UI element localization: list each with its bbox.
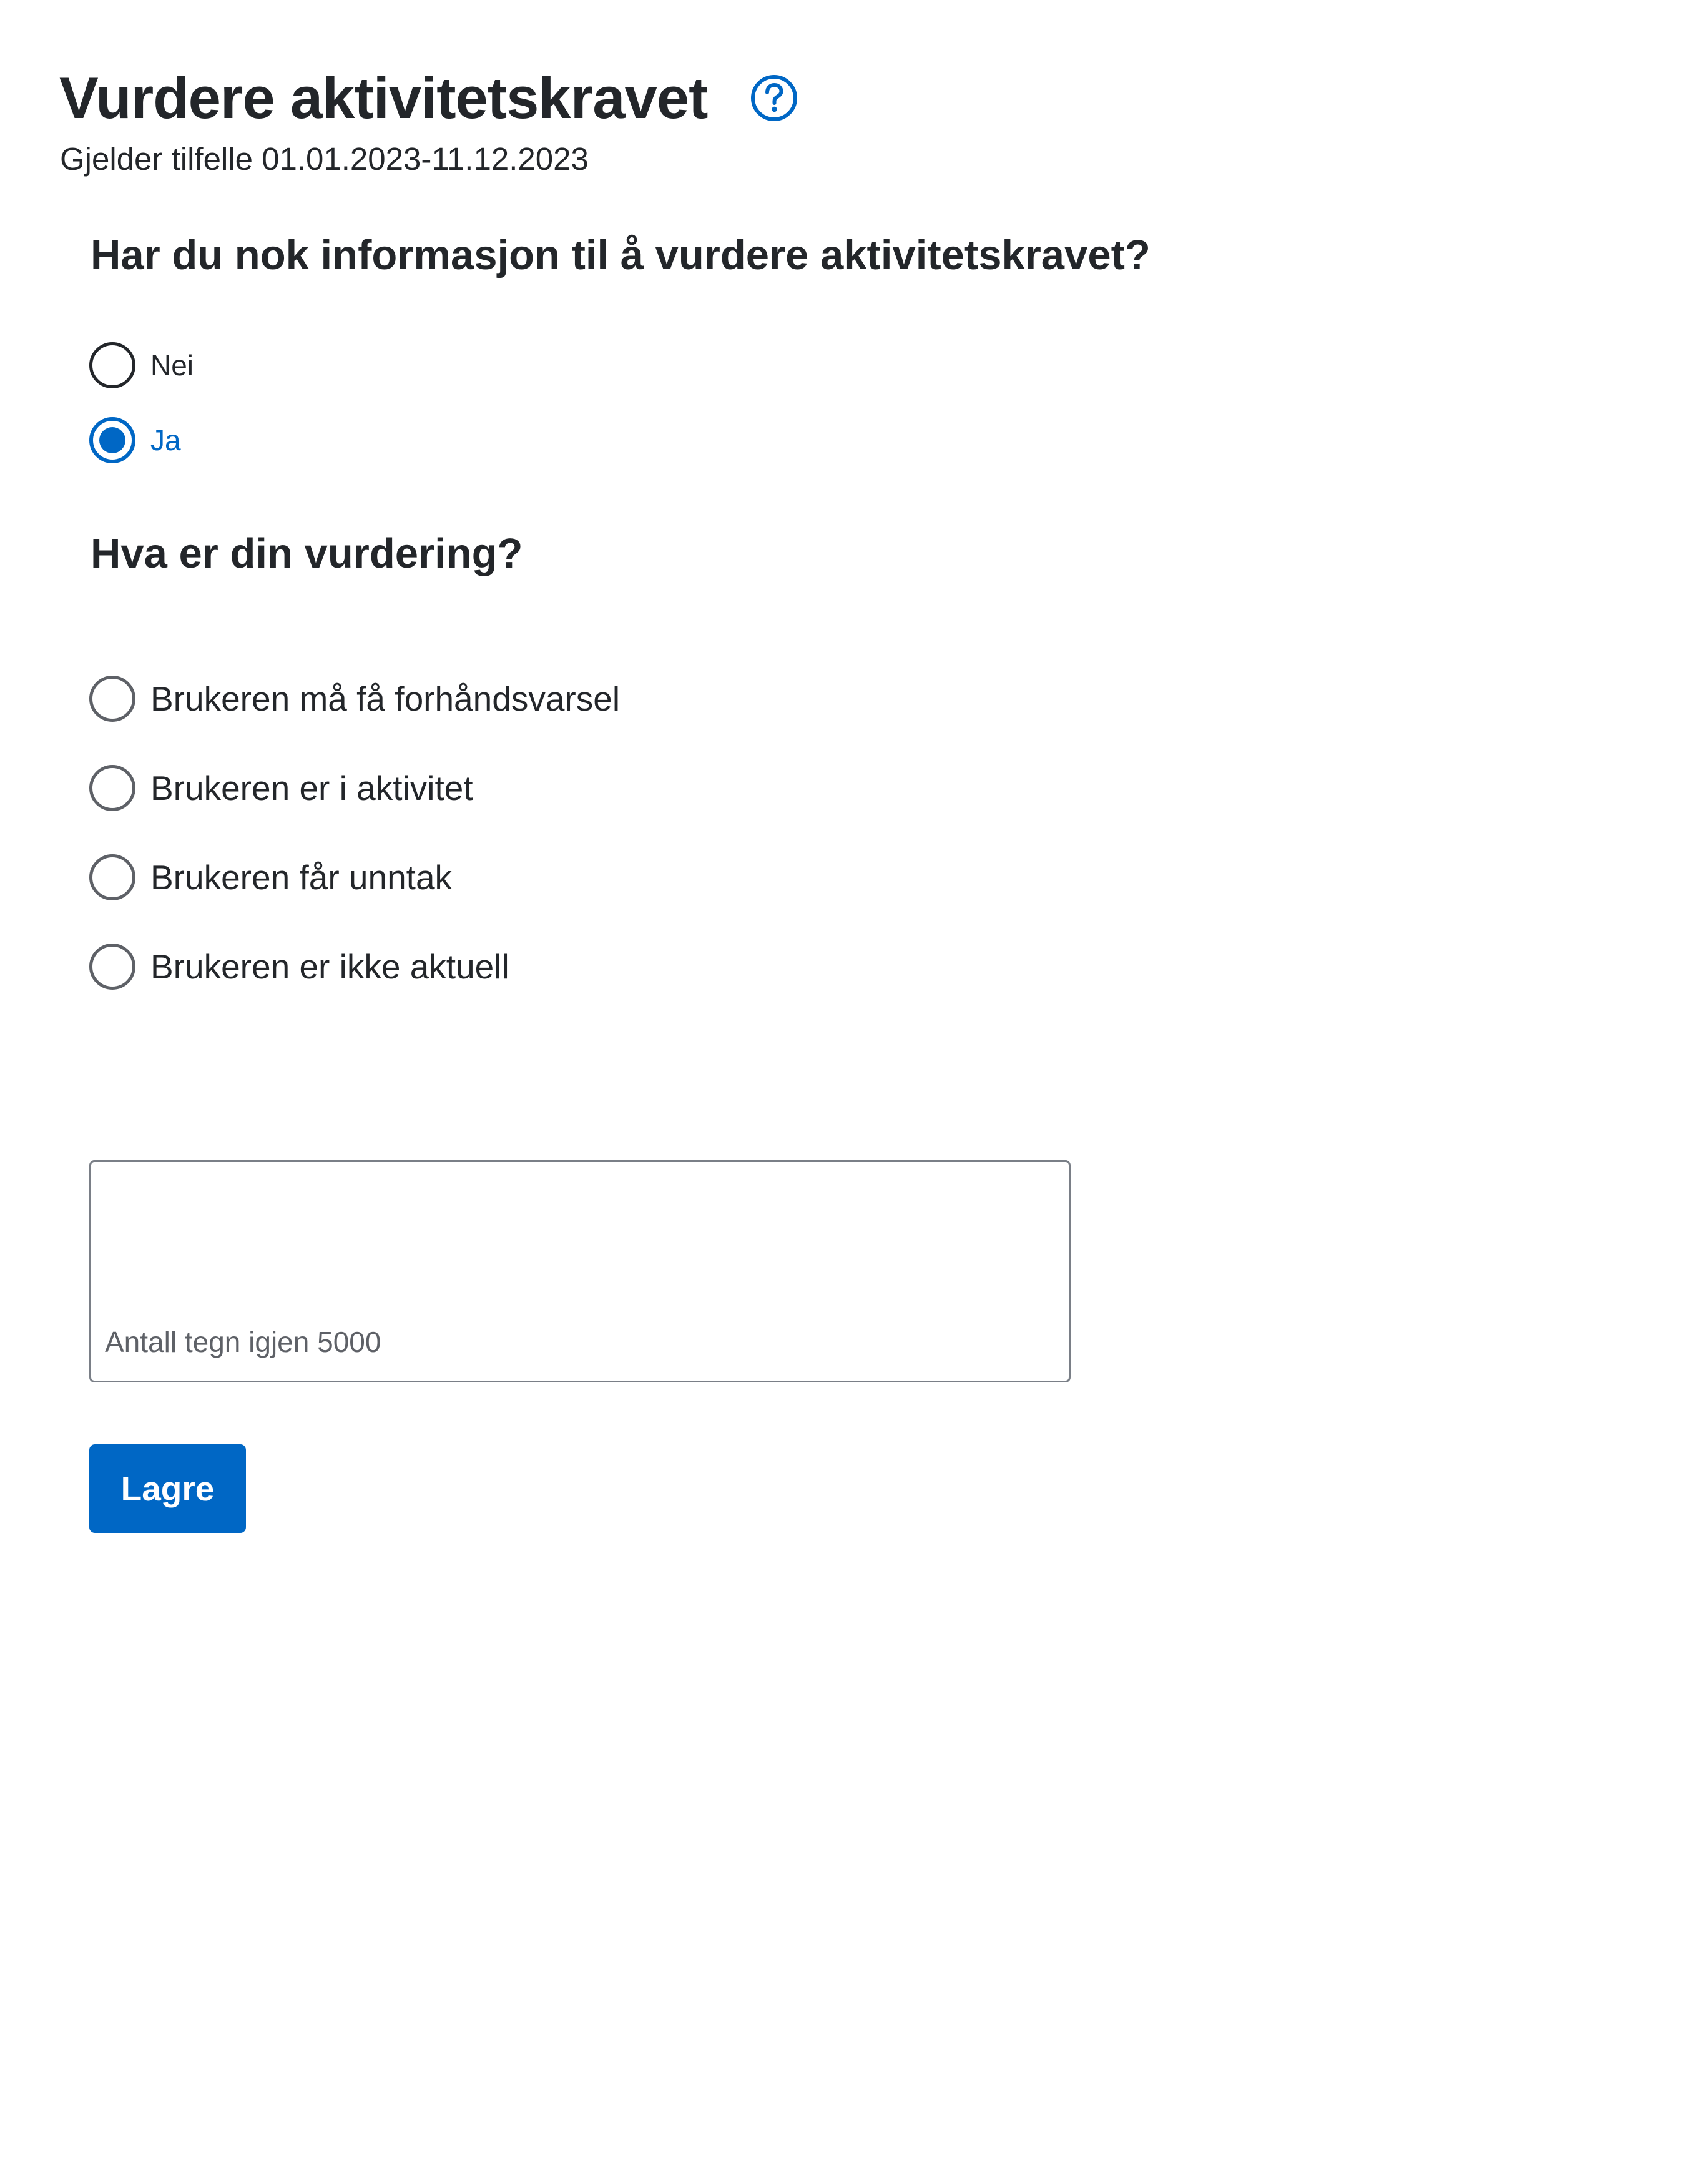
radio-ikke-aktuell[interactable]: Brukeren er ikke aktuell: [89, 944, 509, 990]
radio-nei[interactable]: Nei: [89, 342, 194, 388]
radio-ja[interactable]: Ja: [89, 417, 181, 463]
page: Vurdere aktivitetskravet Gjelder tilfell…: [0, 0, 1708, 2173]
save-button[interactable]: Lagre: [89, 1444, 246, 1533]
radio-circle[interactable]: [89, 944, 135, 990]
char-count-text: Antall tegn igjen 5000: [105, 1326, 381, 1358]
radio-label: Brukeren må få forhåndsvarsel: [150, 679, 621, 718]
radio-unntak[interactable]: Brukeren får unntak: [89, 854, 452, 900]
radio-circle[interactable]: [89, 765, 135, 811]
radio-label: Brukeren er i aktivitet: [150, 769, 473, 807]
page-title: Vurdere aktivitetskravet: [59, 65, 708, 131]
radio-forhandsvarsel[interactable]: Brukeren må få forhåndsvarsel: [89, 676, 620, 722]
assessment-question-label: Hva er din vurdering?: [91, 530, 523, 577]
radio-circle[interactable]: [89, 676, 135, 722]
info-question-label: Har du nok informasjon til å vurdere akt…: [91, 232, 1151, 278]
question-circle-icon[interactable]: [750, 74, 798, 122]
title-row: Vurdere aktivitetskravet: [59, 57, 798, 139]
radio-circle-checked[interactable]: [89, 417, 135, 463]
radio-label: Brukeren er ikke aktuell: [150, 947, 509, 986]
radio-circle[interactable]: [89, 854, 135, 900]
radio-i-aktivitet[interactable]: Brukeren er i aktivitet: [89, 765, 473, 811]
radio-label: Brukeren får unntak: [150, 858, 453, 897]
radio-label: Ja: [150, 424, 181, 456]
radio-label: Nei: [150, 349, 194, 382]
case-period-subtitle: Gjelder tilfelle 01.01.2023-11.12.2023: [60, 141, 589, 177]
comment-textarea[interactable]: Antall tegn igjen 5000: [89, 1160, 1071, 1382]
radio-circle[interactable]: [89, 342, 135, 388]
